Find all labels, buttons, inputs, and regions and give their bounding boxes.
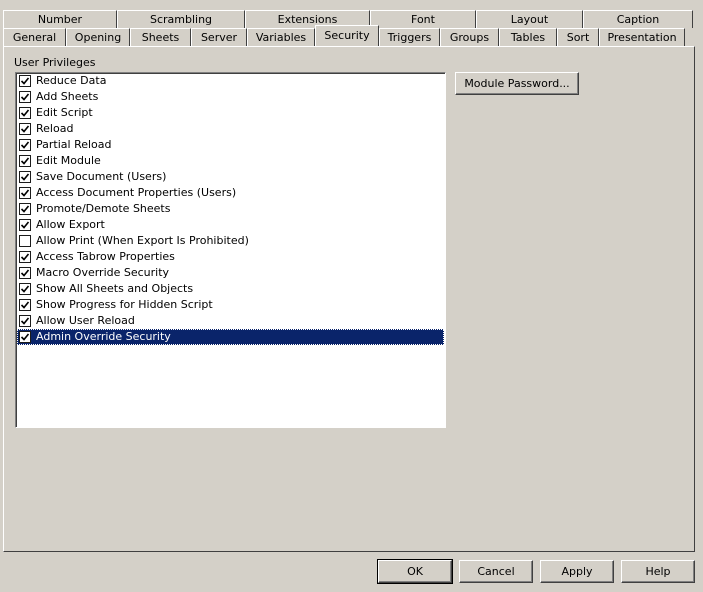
tab-number[interactable]: Number: [3, 10, 117, 28]
tab-opening[interactable]: Opening: [66, 28, 130, 46]
checkmark-icon: [20, 269, 30, 277]
privilege-label: Allow Export: [36, 218, 105, 231]
privilege-item[interactable]: Reduce Data: [17, 73, 444, 89]
privilege-checkbox[interactable]: [19, 299, 31, 311]
checkmark-icon: [20, 125, 30, 133]
privilege-label: Reduce Data: [36, 74, 107, 87]
checkmark-icon: [20, 173, 30, 181]
privilege-checkbox[interactable]: [19, 75, 31, 87]
tab-row-front: General Opening Sheets Server Variables …: [3, 25, 685, 46]
privilege-checkbox[interactable]: [19, 203, 31, 215]
tab-sort[interactable]: Sort: [557, 28, 599, 46]
privilege-item[interactable]: Save Document (Users): [17, 169, 444, 185]
privilege-checkbox[interactable]: [19, 251, 31, 263]
checkmark-icon: [20, 285, 30, 293]
apply-button[interactable]: Apply: [540, 560, 614, 583]
privilege-checkbox[interactable]: [19, 171, 31, 183]
tab-tables[interactable]: Tables: [499, 28, 557, 46]
privilege-item[interactable]: Edit Module: [17, 153, 444, 169]
privilege-item[interactable]: Add Sheets: [17, 89, 444, 105]
privilege-label: Edit Module: [36, 154, 101, 167]
checkmark-icon: [20, 317, 30, 325]
privilege-item[interactable]: Admin Override Security: [17, 329, 444, 345]
privilege-item[interactable]: Access Document Properties (Users): [17, 185, 444, 201]
checkmark-icon: [20, 141, 30, 149]
privilege-label: Edit Script: [36, 106, 93, 119]
tab-layout[interactable]: Layout: [476, 10, 583, 28]
privilege-label: Add Sheets: [36, 90, 99, 103]
privilege-item[interactable]: Reload: [17, 121, 444, 137]
privilege-label: Access Document Properties (Users): [36, 186, 237, 199]
tab-scrambling[interactable]: Scrambling: [117, 10, 245, 28]
tab-groups[interactable]: Groups: [440, 28, 499, 46]
privilege-checkbox[interactable]: [19, 139, 31, 151]
privilege-checkbox[interactable]: [19, 331, 31, 343]
privilege-item[interactable]: Edit Script: [17, 105, 444, 121]
checkmark-icon: [20, 93, 30, 101]
privilege-item[interactable]: Allow Print (When Export Is Prohibited): [17, 233, 444, 249]
privilege-checkbox[interactable]: [19, 219, 31, 231]
tab-server[interactable]: Server: [191, 28, 247, 46]
privilege-label: Admin Override Security: [36, 330, 171, 343]
cancel-button[interactable]: Cancel: [459, 560, 533, 583]
checkmark-icon: [20, 189, 30, 197]
privilege-checkbox[interactable]: [19, 267, 31, 279]
privilege-label: Macro Override Security: [36, 266, 170, 279]
privilege-item[interactable]: Access Tabrow Properties: [17, 249, 444, 265]
privilege-checkbox[interactable]: [19, 107, 31, 119]
privilege-checkbox[interactable]: [19, 283, 31, 295]
tab-caption[interactable]: Caption: [583, 10, 693, 28]
privilege-item[interactable]: Promote/Demote Sheets: [17, 201, 444, 217]
privilege-label: Reload: [36, 122, 74, 135]
tab-security[interactable]: Security: [315, 25, 379, 46]
security-tab-panel: User Privileges Reduce Data Add Sheets Edi…: [3, 46, 695, 552]
privilege-checkbox[interactable]: [19, 187, 31, 199]
user-privileges-label: User Privileges: [14, 56, 96, 69]
help-button[interactable]: Help: [621, 560, 695, 583]
privilege-checkbox[interactable]: [19, 155, 31, 167]
tab-triggers[interactable]: Triggers: [379, 28, 440, 46]
privilege-checkbox[interactable]: [19, 123, 31, 135]
privilege-checkbox[interactable]: [19, 235, 31, 247]
checkmark-icon: [20, 109, 30, 117]
privilege-label: Allow User Reload: [36, 314, 135, 327]
checkmark-icon: [20, 77, 30, 85]
privilege-item[interactable]: Allow Export: [17, 217, 444, 233]
privilege-checkbox[interactable]: [19, 91, 31, 103]
tab-general[interactable]: General: [3, 28, 66, 46]
tab-font[interactable]: Font: [370, 10, 476, 28]
privilege-label: Partial Reload: [36, 138, 112, 151]
privilege-item[interactable]: Allow User Reload: [17, 313, 444, 329]
privilege-item[interactable]: Macro Override Security: [17, 265, 444, 281]
user-privileges-list[interactable]: Reduce Data Add Sheets Edit Script Reload Pa…: [15, 72, 446, 428]
checkmark-icon: [20, 157, 30, 165]
privilege-item[interactable]: Show All Sheets and Objects: [17, 281, 444, 297]
tab-variables[interactable]: Variables: [247, 28, 315, 46]
checkmark-icon: [20, 221, 30, 229]
checkmark-icon: [20, 253, 30, 261]
privilege-label: Access Tabrow Properties: [36, 250, 175, 263]
privilege-label: Save Document (Users): [36, 170, 167, 183]
privilege-label: Show All Sheets and Objects: [36, 282, 194, 295]
privilege-label: Show Progress for Hidden Script: [36, 298, 213, 311]
module-password-button[interactable]: Module Password...: [455, 72, 579, 95]
checkmark-icon: [20, 301, 30, 309]
privilege-item[interactable]: Partial Reload: [17, 137, 444, 153]
tab-sheets[interactable]: Sheets: [130, 28, 191, 46]
checkmark-icon: [20, 205, 30, 213]
checkmark-icon: [20, 333, 30, 341]
privilege-item[interactable]: Show Progress for Hidden Script: [17, 297, 444, 313]
privilege-label: Promote/Demote Sheets: [36, 202, 171, 215]
tab-presentation[interactable]: Presentation: [599, 28, 685, 46]
privilege-checkbox[interactable]: [19, 315, 31, 327]
privilege-label: Allow Print (When Export Is Prohibited): [36, 234, 249, 247]
ok-button[interactable]: OK: [377, 559, 453, 584]
